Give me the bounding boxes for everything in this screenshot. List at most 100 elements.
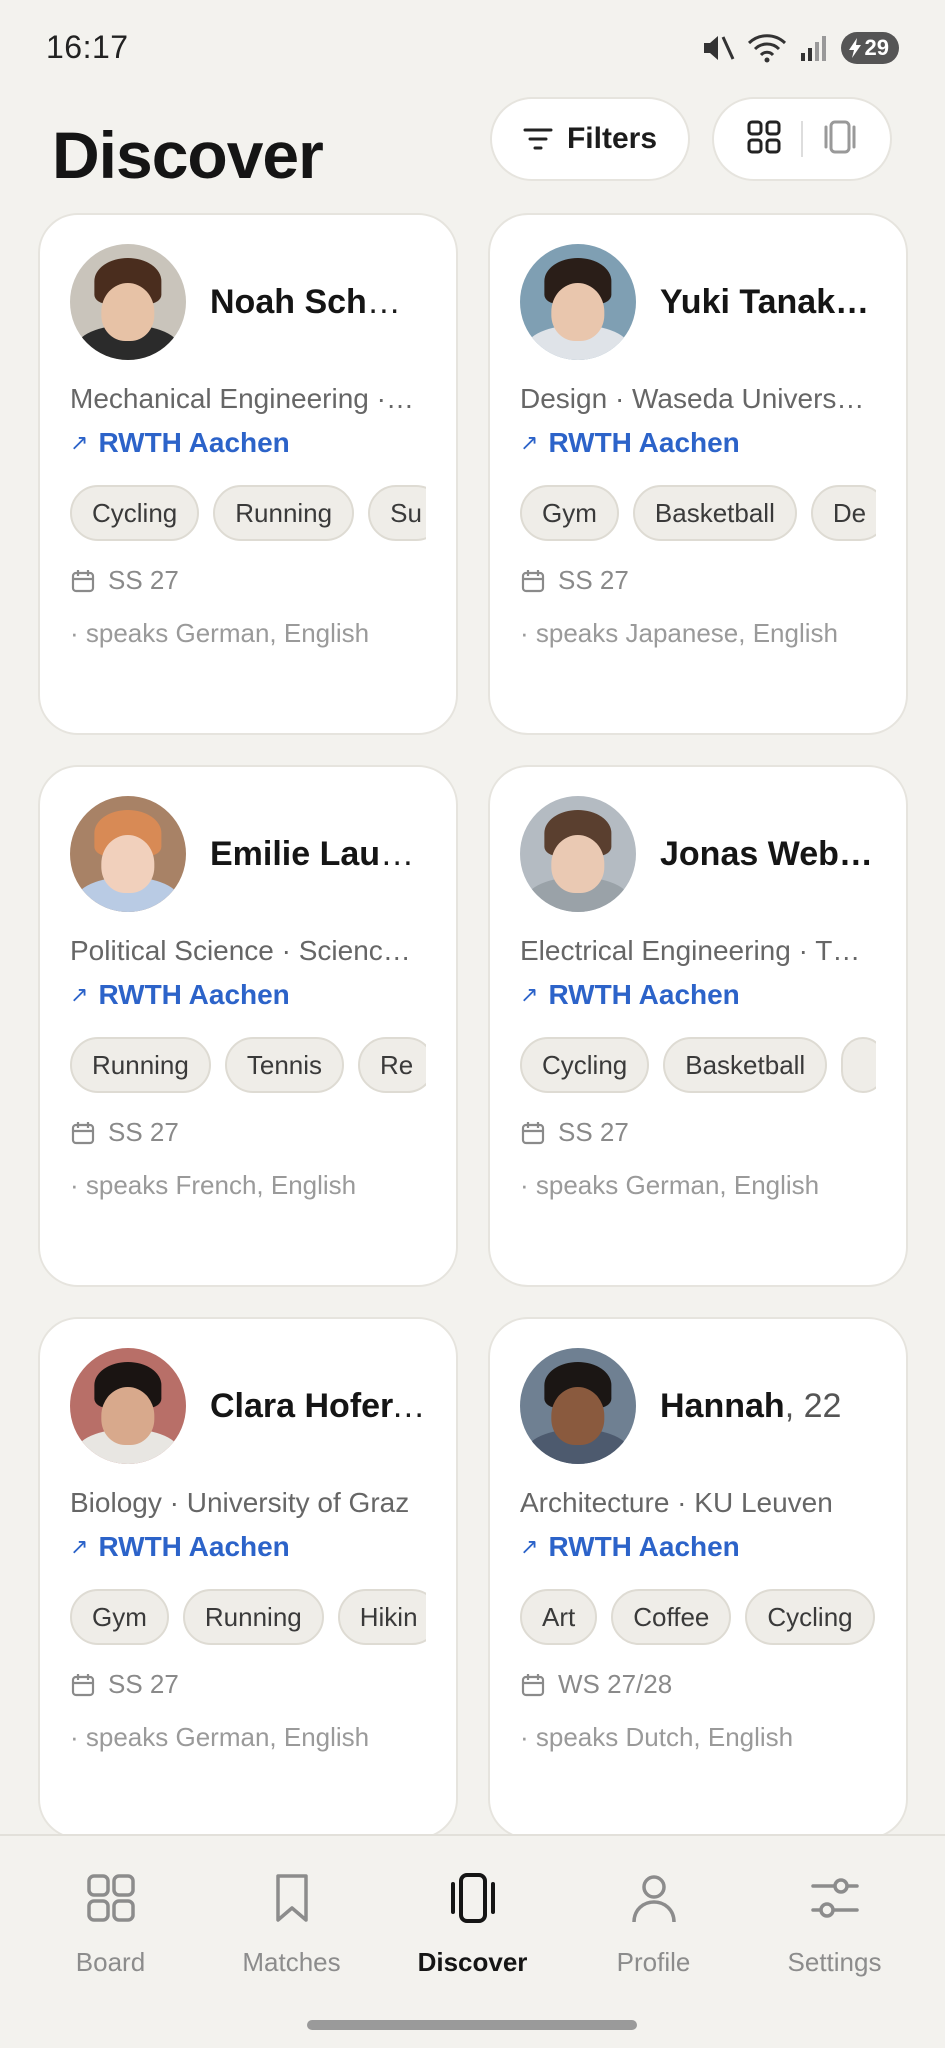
nav-item-settings[interactable]: Settings bbox=[755, 1836, 915, 2048]
university-name: RWTH Aachen bbox=[548, 1531, 740, 1562]
exchange-university-link[interactable]: ↗ RWTH Aachen bbox=[70, 1531, 426, 1563]
status-time: 16:17 bbox=[46, 29, 129, 65]
wifi-icon bbox=[747, 33, 787, 63]
university-name: RWTH Aachen bbox=[548, 979, 740, 1010]
semester-text: SS 27 bbox=[108, 565, 179, 595]
calendar-icon bbox=[521, 569, 545, 592]
card-icon bbox=[824, 120, 856, 153]
program-university: Design · Waseda Univers… bbox=[520, 383, 865, 414]
nav-label: Discover bbox=[417, 1947, 528, 1977]
profile-name: Noah Schm… bbox=[210, 283, 426, 322]
profile-card[interactable]: Yuki Tanak… Design · Waseda Univers… ↗ R… bbox=[488, 213, 908, 735]
name-text: Noah Schm… bbox=[210, 282, 426, 321]
bottom-nav: Board Matches Discover Profile Settings bbox=[0, 1834, 945, 2048]
interest-tag: Coffee bbox=[611, 1589, 732, 1645]
calendar-icon bbox=[521, 1121, 545, 1144]
languages-text: · speaks German, English bbox=[70, 1722, 370, 1752]
nav-item-board[interactable]: Board bbox=[31, 1836, 191, 2048]
program-university: Political Science · Scienc… bbox=[70, 935, 411, 966]
calendar-icon bbox=[71, 1673, 95, 1696]
exchange-university-link[interactable]: ↗ RWTH Aachen bbox=[520, 1531, 876, 1563]
name-text: Hannah bbox=[660, 1386, 785, 1425]
profile-name: Hannah, 22 bbox=[660, 1387, 841, 1426]
arrow-up-right-icon: ↗ bbox=[520, 1534, 539, 1559]
interest-tag: Basketball bbox=[663, 1037, 828, 1093]
single-view-button[interactable] bbox=[822, 119, 858, 160]
profile-name: Yuki Tanak… bbox=[660, 283, 869, 322]
sliders-icon bbox=[809, 1872, 861, 1929]
interest-tag bbox=[841, 1037, 876, 1093]
university-name: RWTH Aachen bbox=[98, 979, 290, 1010]
semester-text: SS 27 bbox=[558, 1117, 629, 1147]
semester-text: SS 27 bbox=[108, 1117, 179, 1147]
arrow-up-right-icon: ↗ bbox=[70, 430, 89, 455]
interest-tag: Cycling bbox=[520, 1037, 650, 1093]
profile-card[interactable]: Clara Hofer,… Biology · University of Gr… bbox=[38, 1317, 458, 1839]
languages-text: · speaks German, English bbox=[520, 1170, 820, 1200]
semester-row: SS 27 bbox=[520, 565, 876, 596]
name-text: Clara Hofer,… bbox=[210, 1386, 426, 1425]
battery-level: 29 bbox=[864, 34, 889, 60]
filters-button[interactable]: Filters bbox=[490, 97, 690, 181]
grid-view-button[interactable] bbox=[746, 119, 782, 160]
home-indicator[interactable] bbox=[307, 2020, 637, 2030]
nav-label: Settings bbox=[787, 1947, 882, 1977]
interest-tags: Cycling Running Su bbox=[70, 485, 426, 541]
semester-text: SS 27 bbox=[558, 565, 629, 595]
status-icons: 29 bbox=[701, 31, 899, 64]
avatar bbox=[520, 796, 636, 912]
mute-icon bbox=[701, 33, 735, 63]
interest-tag: Gym bbox=[520, 485, 619, 541]
name-text: Emilie Laur… bbox=[210, 834, 426, 873]
university-name: RWTH Aachen bbox=[548, 427, 740, 458]
signal-icon bbox=[799, 33, 829, 63]
age-text: , 22 bbox=[784, 1386, 842, 1425]
university-name: RWTH Aachen bbox=[98, 427, 290, 458]
arrow-up-right-icon: ↗ bbox=[70, 1534, 89, 1559]
name-text: Jonas Web… bbox=[660, 834, 873, 873]
nav-label: Profile bbox=[616, 1947, 691, 1977]
interest-tag: De bbox=[810, 485, 876, 541]
interest-tag: Basketball bbox=[632, 485, 797, 541]
avatar bbox=[70, 1348, 186, 1464]
interest-tag: Re bbox=[358, 1037, 426, 1093]
interest-tag: Su bbox=[368, 485, 426, 541]
profile-card[interactable]: Noah Schm… Mechanical Engineering ·… ↗ R… bbox=[38, 213, 458, 735]
arrow-up-right-icon: ↗ bbox=[70, 982, 89, 1007]
interest-tag: Cycling bbox=[70, 485, 200, 541]
profile-name: Emilie Laur… bbox=[210, 835, 426, 874]
exchange-university-link[interactable]: ↗ RWTH Aachen bbox=[520, 979, 876, 1011]
semester-row: SS 27 bbox=[70, 1669, 426, 1700]
semester-text: WS 27/28 bbox=[558, 1669, 673, 1699]
interest-tag: Art bbox=[520, 1589, 598, 1645]
profile-card[interactable]: Hannah, 22 Architecture · KU Leuven ↗ RW… bbox=[488, 1317, 908, 1839]
program-university: Architecture · KU Leuven bbox=[520, 1487, 833, 1518]
exchange-university-link[interactable]: ↗ RWTH Aachen bbox=[70, 427, 426, 459]
charging-icon bbox=[848, 37, 861, 58]
languages-text: · speaks Japanese, English bbox=[520, 618, 838, 648]
interest-tag: Running bbox=[213, 485, 355, 541]
semester-row: SS 27 bbox=[70, 1117, 426, 1148]
toggle-divider bbox=[800, 121, 803, 157]
nav-item-matches[interactable]: Matches bbox=[212, 1836, 372, 2048]
person-icon bbox=[628, 1872, 680, 1929]
semester-row: WS 27/28 bbox=[520, 1669, 876, 1700]
interest-tags: Cycling Basketball bbox=[520, 1037, 876, 1093]
interest-tag: Running bbox=[70, 1037, 211, 1093]
interest-tag: Gym bbox=[70, 1589, 169, 1645]
bookmark-icon bbox=[266, 1872, 318, 1929]
calendar-icon bbox=[71, 1121, 95, 1144]
interest-tags: Art Coffee Cycling bbox=[520, 1589, 876, 1645]
profile-card[interactable]: Emilie Laur… Political Science · Scienc…… bbox=[38, 765, 458, 1287]
interest-tag: Cycling bbox=[745, 1589, 875, 1645]
nav-item-discover[interactable]: Discover bbox=[393, 1836, 553, 2048]
nav-label: Matches bbox=[242, 1947, 341, 1977]
exchange-university-link[interactable]: ↗ RWTH Aachen bbox=[520, 427, 876, 459]
exchange-university-link[interactable]: ↗ RWTH Aachen bbox=[70, 979, 426, 1011]
semester-row: SS 27 bbox=[70, 565, 426, 596]
card-icon bbox=[447, 1872, 499, 1929]
nav-item-profile[interactable]: Profile bbox=[574, 1836, 734, 2048]
avatar bbox=[520, 244, 636, 360]
header: Discover Filters bbox=[0, 95, 945, 215]
profile-card[interactable]: Jonas Web… Electrical Engineering · T… ↗… bbox=[488, 765, 908, 1287]
